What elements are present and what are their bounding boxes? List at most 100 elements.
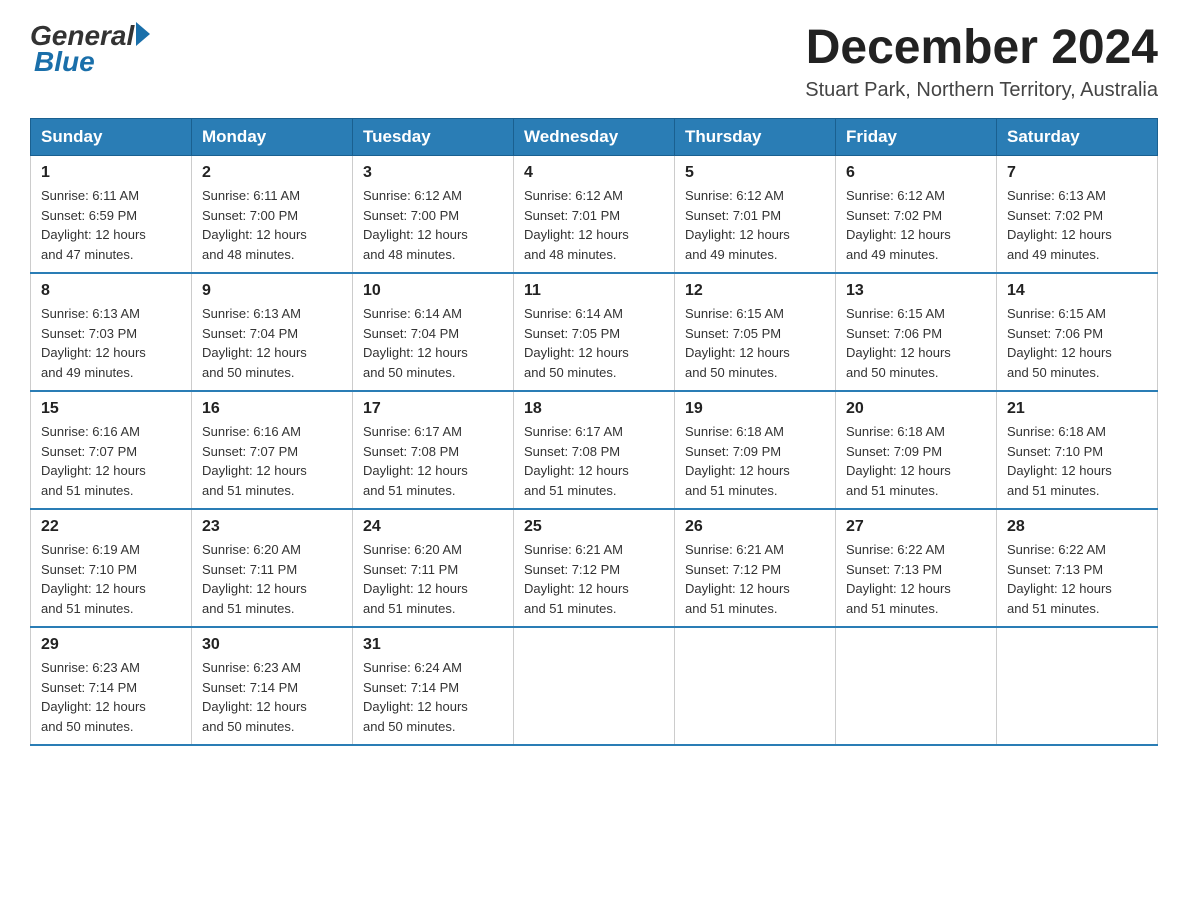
day-number: 17 — [363, 400, 503, 418]
day-info: Sunrise: 6:24 AMSunset: 7:14 PMDaylight:… — [363, 658, 503, 736]
day-info: Sunrise: 6:12 AMSunset: 7:01 PMDaylight:… — [685, 186, 825, 264]
calendar-cell: 4 Sunrise: 6:12 AMSunset: 7:01 PMDayligh… — [514, 156, 675, 274]
day-info: Sunrise: 6:12 AMSunset: 7:01 PMDaylight:… — [524, 186, 664, 264]
day-number: 14 — [1007, 282, 1147, 300]
day-info: Sunrise: 6:12 AMSunset: 7:02 PMDaylight:… — [846, 186, 986, 264]
day-number: 11 — [524, 282, 664, 300]
calendar-cell: 30 Sunrise: 6:23 AMSunset: 7:14 PMDaylig… — [192, 627, 353, 745]
calendar-cell: 6 Sunrise: 6:12 AMSunset: 7:02 PMDayligh… — [836, 156, 997, 274]
calendar-cell: 11 Sunrise: 6:14 AMSunset: 7:05 PMDaylig… — [514, 273, 675, 391]
calendar-cell: 1 Sunrise: 6:11 AMSunset: 6:59 PMDayligh… — [31, 156, 192, 274]
calendar-cell: 2 Sunrise: 6:11 AMSunset: 7:00 PMDayligh… — [192, 156, 353, 274]
calendar-cell: 31 Sunrise: 6:24 AMSunset: 7:14 PMDaylig… — [353, 627, 514, 745]
calendar-subtitle: Stuart Park, Northern Territory, Austral… — [805, 79, 1158, 102]
col-sunday: Sunday — [31, 119, 192, 156]
day-number: 23 — [202, 518, 342, 536]
day-number: 30 — [202, 636, 342, 654]
calendar-title: December 2024 — [805, 20, 1158, 75]
day-info: Sunrise: 6:11 AMSunset: 6:59 PMDaylight:… — [41, 186, 181, 264]
calendar-cell: 10 Sunrise: 6:14 AMSunset: 7:04 PMDaylig… — [353, 273, 514, 391]
day-number: 12 — [685, 282, 825, 300]
day-info: Sunrise: 6:12 AMSunset: 7:00 PMDaylight:… — [363, 186, 503, 264]
col-thursday: Thursday — [675, 119, 836, 156]
calendar-cell: 5 Sunrise: 6:12 AMSunset: 7:01 PMDayligh… — [675, 156, 836, 274]
calendar-cell: 23 Sunrise: 6:20 AMSunset: 7:11 PMDaylig… — [192, 509, 353, 627]
day-info: Sunrise: 6:20 AMSunset: 7:11 PMDaylight:… — [363, 540, 503, 618]
day-number: 13 — [846, 282, 986, 300]
day-info: Sunrise: 6:21 AMSunset: 7:12 PMDaylight:… — [524, 540, 664, 618]
day-number: 6 — [846, 164, 986, 182]
title-area: December 2024 Stuart Park, Northern Terr… — [805, 20, 1158, 102]
day-info: Sunrise: 6:14 AMSunset: 7:05 PMDaylight:… — [524, 304, 664, 382]
calendar-cell: 18 Sunrise: 6:17 AMSunset: 7:08 PMDaylig… — [514, 391, 675, 509]
calendar-cell: 20 Sunrise: 6:18 AMSunset: 7:09 PMDaylig… — [836, 391, 997, 509]
day-number: 25 — [524, 518, 664, 536]
calendar-cell: 19 Sunrise: 6:18 AMSunset: 7:09 PMDaylig… — [675, 391, 836, 509]
logo: General Blue — [30, 20, 150, 78]
day-info: Sunrise: 6:17 AMSunset: 7:08 PMDaylight:… — [524, 422, 664, 500]
logo-arrow-icon — [136, 22, 150, 46]
calendar-cell — [836, 627, 997, 745]
calendar-cell: 8 Sunrise: 6:13 AMSunset: 7:03 PMDayligh… — [31, 273, 192, 391]
day-info: Sunrise: 6:20 AMSunset: 7:11 PMDaylight:… — [202, 540, 342, 618]
day-info: Sunrise: 6:15 AMSunset: 7:06 PMDaylight:… — [1007, 304, 1147, 382]
day-number: 15 — [41, 400, 181, 418]
calendar-week-row: 29 Sunrise: 6:23 AMSunset: 7:14 PMDaylig… — [31, 627, 1158, 745]
calendar-cell — [514, 627, 675, 745]
day-number: 3 — [363, 164, 503, 182]
calendar-cell: 12 Sunrise: 6:15 AMSunset: 7:05 PMDaylig… — [675, 273, 836, 391]
calendar-week-row: 8 Sunrise: 6:13 AMSunset: 7:03 PMDayligh… — [31, 273, 1158, 391]
day-number: 10 — [363, 282, 503, 300]
calendar-cell — [675, 627, 836, 745]
col-saturday: Saturday — [997, 119, 1158, 156]
calendar-cell: 9 Sunrise: 6:13 AMSunset: 7:04 PMDayligh… — [192, 273, 353, 391]
day-info: Sunrise: 6:22 AMSunset: 7:13 PMDaylight:… — [1007, 540, 1147, 618]
day-info: Sunrise: 6:13 AMSunset: 7:03 PMDaylight:… — [41, 304, 181, 382]
day-info: Sunrise: 6:16 AMSunset: 7:07 PMDaylight:… — [202, 422, 342, 500]
calendar-cell: 14 Sunrise: 6:15 AMSunset: 7:06 PMDaylig… — [997, 273, 1158, 391]
col-monday: Monday — [192, 119, 353, 156]
day-number: 20 — [846, 400, 986, 418]
day-number: 7 — [1007, 164, 1147, 182]
day-number: 31 — [363, 636, 503, 654]
day-info: Sunrise: 6:18 AMSunset: 7:09 PMDaylight:… — [846, 422, 986, 500]
day-number: 29 — [41, 636, 181, 654]
day-number: 21 — [1007, 400, 1147, 418]
logo-blue-text: Blue — [34, 46, 95, 77]
day-info: Sunrise: 6:13 AMSunset: 7:04 PMDaylight:… — [202, 304, 342, 382]
day-number: 1 — [41, 164, 181, 182]
day-number: 19 — [685, 400, 825, 418]
day-number: 2 — [202, 164, 342, 182]
col-tuesday: Tuesday — [353, 119, 514, 156]
calendar-table: Sunday Monday Tuesday Wednesday Thursday… — [30, 118, 1158, 746]
calendar-cell: 3 Sunrise: 6:12 AMSunset: 7:00 PMDayligh… — [353, 156, 514, 274]
day-info: Sunrise: 6:14 AMSunset: 7:04 PMDaylight:… — [363, 304, 503, 382]
day-info: Sunrise: 6:21 AMSunset: 7:12 PMDaylight:… — [685, 540, 825, 618]
calendar-cell: 13 Sunrise: 6:15 AMSunset: 7:06 PMDaylig… — [836, 273, 997, 391]
calendar-cell: 25 Sunrise: 6:21 AMSunset: 7:12 PMDaylig… — [514, 509, 675, 627]
day-number: 18 — [524, 400, 664, 418]
day-info: Sunrise: 6:15 AMSunset: 7:06 PMDaylight:… — [846, 304, 986, 382]
col-friday: Friday — [836, 119, 997, 156]
calendar-cell: 26 Sunrise: 6:21 AMSunset: 7:12 PMDaylig… — [675, 509, 836, 627]
day-number: 26 — [685, 518, 825, 536]
calendar-header-row: Sunday Monday Tuesday Wednesday Thursday… — [31, 119, 1158, 156]
day-info: Sunrise: 6:22 AMSunset: 7:13 PMDaylight:… — [846, 540, 986, 618]
calendar-cell: 24 Sunrise: 6:20 AMSunset: 7:11 PMDaylig… — [353, 509, 514, 627]
calendar-cell: 15 Sunrise: 6:16 AMSunset: 7:07 PMDaylig… — [31, 391, 192, 509]
day-info: Sunrise: 6:15 AMSunset: 7:05 PMDaylight:… — [685, 304, 825, 382]
calendar-cell: 29 Sunrise: 6:23 AMSunset: 7:14 PMDaylig… — [31, 627, 192, 745]
day-number: 28 — [1007, 518, 1147, 536]
day-info: Sunrise: 6:18 AMSunset: 7:09 PMDaylight:… — [685, 422, 825, 500]
day-info: Sunrise: 6:23 AMSunset: 7:14 PMDaylight:… — [202, 658, 342, 736]
col-wednesday: Wednesday — [514, 119, 675, 156]
calendar-cell — [997, 627, 1158, 745]
day-number: 5 — [685, 164, 825, 182]
day-number: 8 — [41, 282, 181, 300]
day-info: Sunrise: 6:11 AMSunset: 7:00 PMDaylight:… — [202, 186, 342, 264]
calendar-cell: 7 Sunrise: 6:13 AMSunset: 7:02 PMDayligh… — [997, 156, 1158, 274]
calendar-cell: 21 Sunrise: 6:18 AMSunset: 7:10 PMDaylig… — [997, 391, 1158, 509]
calendar-cell: 16 Sunrise: 6:16 AMSunset: 7:07 PMDaylig… — [192, 391, 353, 509]
calendar-cell: 28 Sunrise: 6:22 AMSunset: 7:13 PMDaylig… — [997, 509, 1158, 627]
day-number: 27 — [846, 518, 986, 536]
